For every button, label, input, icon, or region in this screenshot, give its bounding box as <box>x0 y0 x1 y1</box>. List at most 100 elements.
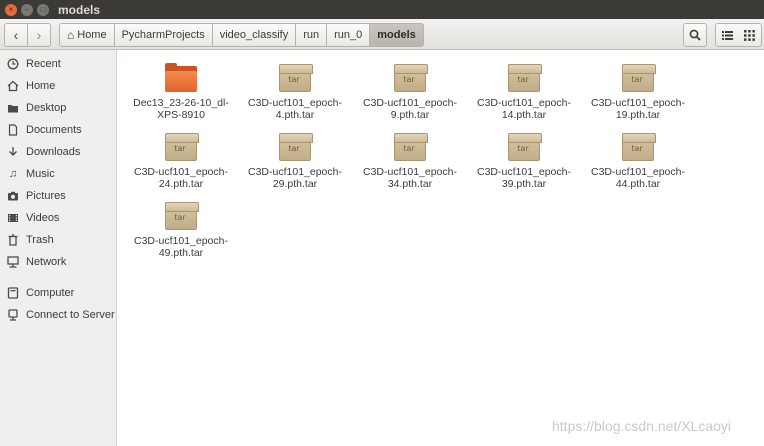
breadcrumb-label: PycharmProjects <box>121 29 205 41</box>
back-button[interactable]: ‹ <box>4 23 28 47</box>
toolbar: ‹ › ⌂ Home PycharmProjects video_classif… <box>0 19 764 50</box>
maximize-icon: □ <box>40 4 46 14</box>
file-name: Dec13_23-26-10_dl-XPS-8910 <box>133 97 229 121</box>
sidebar-item-connect-to-server[interactable]: Connect to Server <box>0 305 117 325</box>
computer-icon <box>6 286 20 300</box>
close-window-button[interactable]: × <box>5 3 17 16</box>
file-name: C3D-ucf101_epoch-24.pth.tar <box>134 166 228 190</box>
tar-icon-label: tar <box>288 75 300 84</box>
sidebar-item-videos[interactable]: Videos <box>0 208 117 228</box>
search-icon <box>689 29 701 41</box>
breadcrumb-run[interactable]: run <box>296 23 328 47</box>
tar-archive-icon: tar <box>507 131 542 163</box>
sidebar-item-desktop[interactable]: Desktop <box>0 98 117 118</box>
sidebar-item-label: Documents <box>26 124 82 136</box>
sidebar-item-music[interactable]: ♫ Music <box>0 164 117 184</box>
watermark-text: https://blog.csdn.net/XLcaoyi <box>552 418 731 434</box>
search-button[interactable] <box>683 23 707 47</box>
sidebar-item-label: Downloads <box>26 146 81 158</box>
sidebar-item-downloads[interactable]: Downloads <box>0 142 117 162</box>
network-icon <box>6 255 20 269</box>
videos-icon <box>6 211 20 225</box>
sidebar-item-label: Trash <box>26 234 54 246</box>
grid-view-button[interactable] <box>738 23 762 47</box>
grid-view-icon <box>744 29 755 41</box>
tar-icon-label: tar <box>174 213 186 222</box>
file-name: C3D-ucf101_epoch-4.pth.tar <box>248 97 342 121</box>
sidebar-item-label: Network <box>26 256 67 268</box>
pictures-icon <box>6 189 20 203</box>
sidebar-item-label: Home <box>26 80 56 92</box>
music-icon: ♫ <box>8 168 18 180</box>
tar-archive-icon: tar <box>621 131 656 163</box>
sidebar-item-pictures[interactable]: Pictures <box>0 186 117 206</box>
breadcrumb: ⌂ Home PycharmProjects video_classify ru… <box>59 23 424 47</box>
breadcrumb-label: run_0 <box>334 29 363 41</box>
file-item[interactable]: tar C3D-ucf101_epoch-14.pth.tar <box>467 62 581 128</box>
file-name: C3D-ucf101_epoch-9.pth.tar <box>363 97 457 121</box>
file-item[interactable]: tar C3D-ucf101_epoch-24.pth.tar <box>124 131 238 197</box>
tar-icon-label: tar <box>174 144 186 153</box>
file-view: Dec13_23-26-10_dl-XPS-8910 tar C3D-ucf10… <box>118 50 764 446</box>
tar-icon-label: tar <box>403 144 415 153</box>
breadcrumb-run-0[interactable]: run_0 <box>327 23 371 47</box>
file-item[interactable]: tar C3D-ucf101_epoch-44.pth.tar <box>581 131 695 197</box>
list-view-icon <box>721 30 733 40</box>
file-item[interactable]: tar C3D-ucf101_epoch-34.pth.tar <box>353 131 467 197</box>
list-view-button[interactable] <box>715 23 739 47</box>
file-name: C3D-ucf101_epoch-34.pth.tar <box>363 166 457 190</box>
breadcrumb-home[interactable]: ⌂ Home <box>59 23 115 47</box>
breadcrumb-pycharmprojects[interactable]: PycharmProjects <box>114 23 213 47</box>
tar-icon-label: tar <box>517 75 529 84</box>
file-item[interactable]: tar C3D-ucf101_epoch-4.pth.tar <box>238 62 352 128</box>
sidebar-item-label: Recent <box>26 58 61 70</box>
tar-archive-icon: tar <box>164 200 199 232</box>
documents-icon <box>6 123 20 137</box>
tar-archive-icon: tar <box>621 62 656 94</box>
desktop-icon <box>6 101 20 115</box>
breadcrumb-label: Home <box>77 29 107 41</box>
file-name: C3D-ucf101_epoch-19.pth.tar <box>591 97 685 121</box>
tar-archive-icon: tar <box>393 131 428 163</box>
tar-icon-label: tar <box>403 75 415 84</box>
file-name: C3D-ucf101_epoch-39.pth.tar <box>477 166 571 190</box>
tar-archive-icon: tar <box>278 131 313 163</box>
tar-icon-label: tar <box>631 75 643 84</box>
file-item[interactable]: tar C3D-ucf101_epoch-19.pth.tar <box>581 62 695 128</box>
folder-icon <box>164 62 198 94</box>
tar-icon-label: tar <box>517 144 529 153</box>
file-item[interactable]: Dec13_23-26-10_dl-XPS-8910 <box>124 62 238 128</box>
sidebar-item-home[interactable]: Home <box>0 76 117 96</box>
sidebar-item-documents[interactable]: Documents <box>0 120 117 140</box>
chevron-left-icon: ‹ <box>13 27 19 43</box>
tar-archive-icon: tar <box>164 131 199 163</box>
chevron-right-icon: › <box>36 27 42 43</box>
breadcrumb-video-classify[interactable]: video_classify <box>212 23 297 47</box>
breadcrumb-label: video_classify <box>219 29 289 41</box>
file-item[interactable]: tar C3D-ucf101_epoch-29.pth.tar <box>238 131 352 197</box>
window-title: models <box>58 2 101 17</box>
sidebar-item-trash[interactable]: Trash <box>0 230 117 250</box>
home-icon <box>6 79 20 93</box>
minimize-window-button[interactable]: – <box>21 3 33 16</box>
tar-icon-label: tar <box>631 144 643 153</box>
file-name: C3D-ucf101_epoch-14.pth.tar <box>477 97 571 121</box>
sidebar-item-label: Computer <box>26 287 75 299</box>
sidebar: Recent Home Desktop Documents Downloads … <box>0 50 117 446</box>
tar-icon-label: tar <box>288 144 300 153</box>
breadcrumb-models[interactable]: models <box>370 23 424 47</box>
forward-button[interactable]: › <box>27 23 51 47</box>
file-item[interactable]: tar C3D-ucf101_epoch-9.pth.tar <box>353 62 467 128</box>
sidebar-item-label: Music <box>26 168 55 180</box>
file-item[interactable]: tar C3D-ucf101_epoch-49.pth.tar <box>124 200 238 266</box>
file-item[interactable]: tar C3D-ucf101_epoch-39.pth.tar <box>467 131 581 197</box>
maximize-window-button[interactable]: □ <box>37 3 49 16</box>
sidebar-item-recent[interactable]: Recent <box>0 54 117 74</box>
file-name: C3D-ucf101_epoch-44.pth.tar <box>591 166 685 190</box>
sidebar-item-computer[interactable]: Computer <box>0 283 117 303</box>
sidebar-item-network[interactable]: Network <box>0 252 117 272</box>
breadcrumb-label: models <box>377 29 416 41</box>
sidebar-item-label: Pictures <box>26 190 66 202</box>
close-icon: × <box>8 4 14 14</box>
minimize-icon: – <box>24 4 30 14</box>
